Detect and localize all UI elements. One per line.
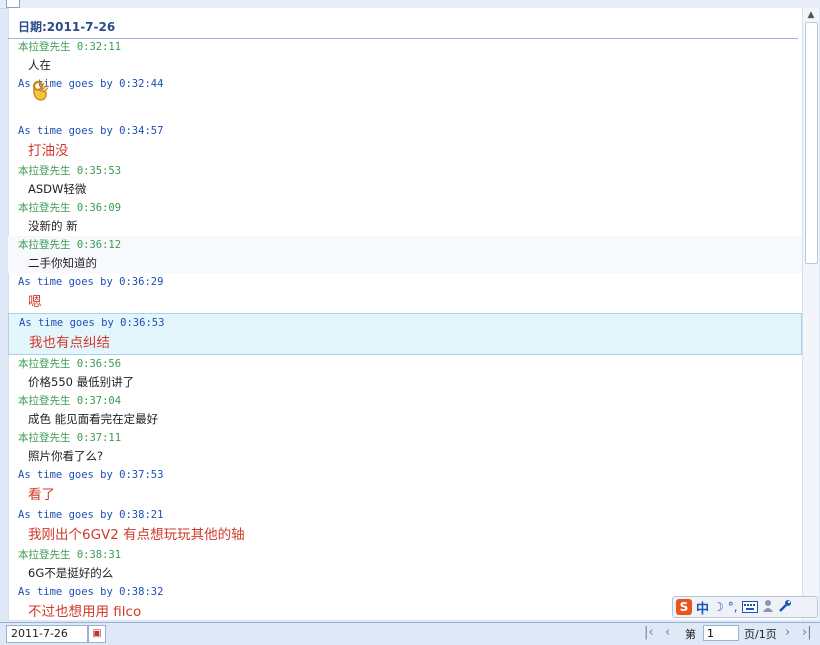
message-text: 人在 <box>28 58 51 72</box>
sender-name: 本拉登先生 <box>18 202 71 214</box>
message-timestamp: 0:35:53 <box>76 165 122 177</box>
message-item: As time goes by 0:32:44 <box>8 75 802 122</box>
message-timestamp: 0:37:11 <box>76 432 122 444</box>
message-header: 本拉登先生 0:36:56 <box>8 355 802 373</box>
message-timestamp: 0:38:32 <box>119 586 164 598</box>
message-header: As time goes by 0:38:21 <box>8 506 802 524</box>
message-text: 嗯 <box>28 294 42 310</box>
date-field[interactable]: 2011-7-26 <box>6 625 88 643</box>
message-item: As time goes by 0:37:53 看了 <box>8 466 802 506</box>
page-number-input[interactable]: 1 <box>703 625 739 641</box>
message-item: 本拉登先生 0:32:11 人在 <box>8 38 802 75</box>
scroll-up-arrow-icon[interactable]: ▲ <box>805 9 817 21</box>
calendar-icon[interactable]: ▣ <box>88 625 106 643</box>
message-header: 本拉登先生 0:32:11 <box>8 38 802 56</box>
message-item: As time goes by 0:34:57 打油没 <box>8 122 802 162</box>
message-timestamp: 0:36:12 <box>76 239 122 251</box>
message-text: 我也有点纠结 <box>29 335 110 351</box>
message-text: 我刚出个6GV2 有点想玩玩其他的轴 <box>28 527 245 543</box>
sender-name: 本拉登先生 <box>18 165 71 177</box>
message-timestamp: 0:32:11 <box>76 41 122 53</box>
wrench-icon[interactable] <box>778 598 792 617</box>
sender-name: As time goes by <box>18 125 113 137</box>
message-timestamp: 0:37:53 <box>119 469 164 481</box>
message-timestamp: 0:32:44 <box>119 78 164 90</box>
message-item: As time goes by 0:36:29 嗯 <box>8 273 802 313</box>
punctuation-indicator[interactable]: °, <box>728 600 738 614</box>
message-timestamp: 0:36:56 <box>76 358 122 370</box>
message-header: 本拉登先生 0:37:04 <box>8 392 802 410</box>
message-header: 本拉登先生 0:36:09 <box>8 199 802 217</box>
bottom-toolbar: 2011-7-26 ▣ |‹ ‹ 第 1 页/1页 › ›| <box>0 622 820 645</box>
message-item: As time goes by 0:38:21 我刚出个6GV2 有点想玩玩其他的… <box>8 506 802 546</box>
message-text: 成色 能见面看完在定最好 <box>28 412 159 426</box>
message-emoji <box>8 80 802 122</box>
message-header: As time goes by 0:32:44 <box>8 75 802 93</box>
message-text: ASDW轻微 <box>28 182 87 196</box>
sender-name: As time goes by <box>18 509 113 521</box>
message-item: 本拉登先生 0:37:11 照片你看了么? <box>8 429 802 466</box>
ime-mode-indicator[interactable]: 中 <box>696 598 709 617</box>
message-text: 价格550 最低别讲了 <box>28 375 135 389</box>
last-page-icon[interactable]: ›| <box>802 625 812 640</box>
next-page-icon[interactable]: › <box>785 625 790 640</box>
page-suffix-label: 页/1页 <box>744 628 777 641</box>
message-header: As time goes by 0:36:53 <box>9 314 801 332</box>
message-list: 本拉登先生 0:32:11 人在 As time goes by 0:32:44 As… <box>8 38 802 620</box>
ime-toolbar[interactable]: S 中 ☽ °, <box>672 596 818 618</box>
message-header: As time goes by 0:36:29 <box>8 273 802 291</box>
message-item: 本拉登先生 0:38:31 6G不是挺好的么 <box>8 546 802 583</box>
date-header-text: 日期:2011-7-26 <box>18 20 116 34</box>
keyboard-icon[interactable] <box>741 598 758 617</box>
message-text: 没新的 新 <box>28 219 78 233</box>
sender-name: As time goes by <box>18 469 113 481</box>
sender-name: 本拉登先生 <box>18 549 71 561</box>
sender-name: 本拉登先生 <box>18 432 71 444</box>
sender-name: As time goes by <box>18 276 113 288</box>
moon-icon[interactable]: ☽ <box>713 600 724 614</box>
date-header: 日期:2011-7-26 <box>8 12 798 39</box>
message-timestamp: 0:38:21 <box>119 509 164 521</box>
message-header: As time goes by 0:37:53 <box>8 466 802 484</box>
sender-name: 本拉登先生 <box>18 41 71 53</box>
message-item: 本拉登先生 0:36:12 二手你知道的 <box>8 236 802 273</box>
message-header: 本拉登先生 0:35:53 <box>8 162 802 180</box>
message-header: 本拉登先生 0:36:12 <box>8 236 802 254</box>
message-text: 照片你看了么? <box>28 449 104 463</box>
message-header: 本拉登先生 0:38:31 <box>8 546 802 564</box>
sogou-logo-icon[interactable]: S <box>676 599 692 615</box>
message-item: 本拉登先生 0:37:04 成色 能见面看完在定最好 <box>8 392 802 429</box>
sender-name: 本拉登先生 <box>18 395 71 407</box>
window-icon <box>6 0 20 8</box>
sender-name: As time goes by <box>19 317 114 329</box>
message-item: 本拉登先生 0:36:09 没新的 新 <box>8 199 802 236</box>
message-timestamp: 0:37:04 <box>76 395 122 407</box>
ok-hand-icon <box>28 79 50 101</box>
message-text: 二手你知道的 <box>28 256 97 270</box>
first-page-icon[interactable]: |‹ <box>644 625 654 640</box>
message-item: As time goes by 0:36:53 我也有点纠结 <box>8 313 802 355</box>
message-timestamp: 0:36:53 <box>120 317 165 329</box>
sender-name: 本拉登先生 <box>18 358 71 370</box>
user-icon[interactable] <box>762 598 774 617</box>
prev-page-icon[interactable]: ‹ <box>665 625 670 640</box>
message-item: 本拉登先生 0:36:56 价格550 最低别讲了 <box>8 355 802 392</box>
sender-name: 本拉登先生 <box>18 239 71 251</box>
message-text: 打油没 <box>28 143 69 159</box>
message-timestamp: 0:36:09 <box>76 202 122 214</box>
message-item: 本拉登先生 0:35:53 ASDW轻微 <box>8 162 802 199</box>
message-text: 看了 <box>28 487 55 503</box>
page-prefix-label: 第 <box>685 628 696 641</box>
message-timestamp: 0:36:29 <box>119 276 164 288</box>
message-header: As time goes by 0:34:57 <box>8 122 802 140</box>
message-header: 本拉登先生 0:37:11 <box>8 429 802 447</box>
message-text: 6G不是挺好的么 <box>28 566 114 580</box>
sender-name: As time goes by <box>18 586 113 598</box>
scrollbar-thumb[interactable] <box>805 22 818 264</box>
vertical-scrollbar[interactable]: ▲ ▼ <box>802 8 819 620</box>
message-timestamp: 0:38:31 <box>76 549 122 561</box>
message-timestamp: 0:34:57 <box>119 125 164 137</box>
